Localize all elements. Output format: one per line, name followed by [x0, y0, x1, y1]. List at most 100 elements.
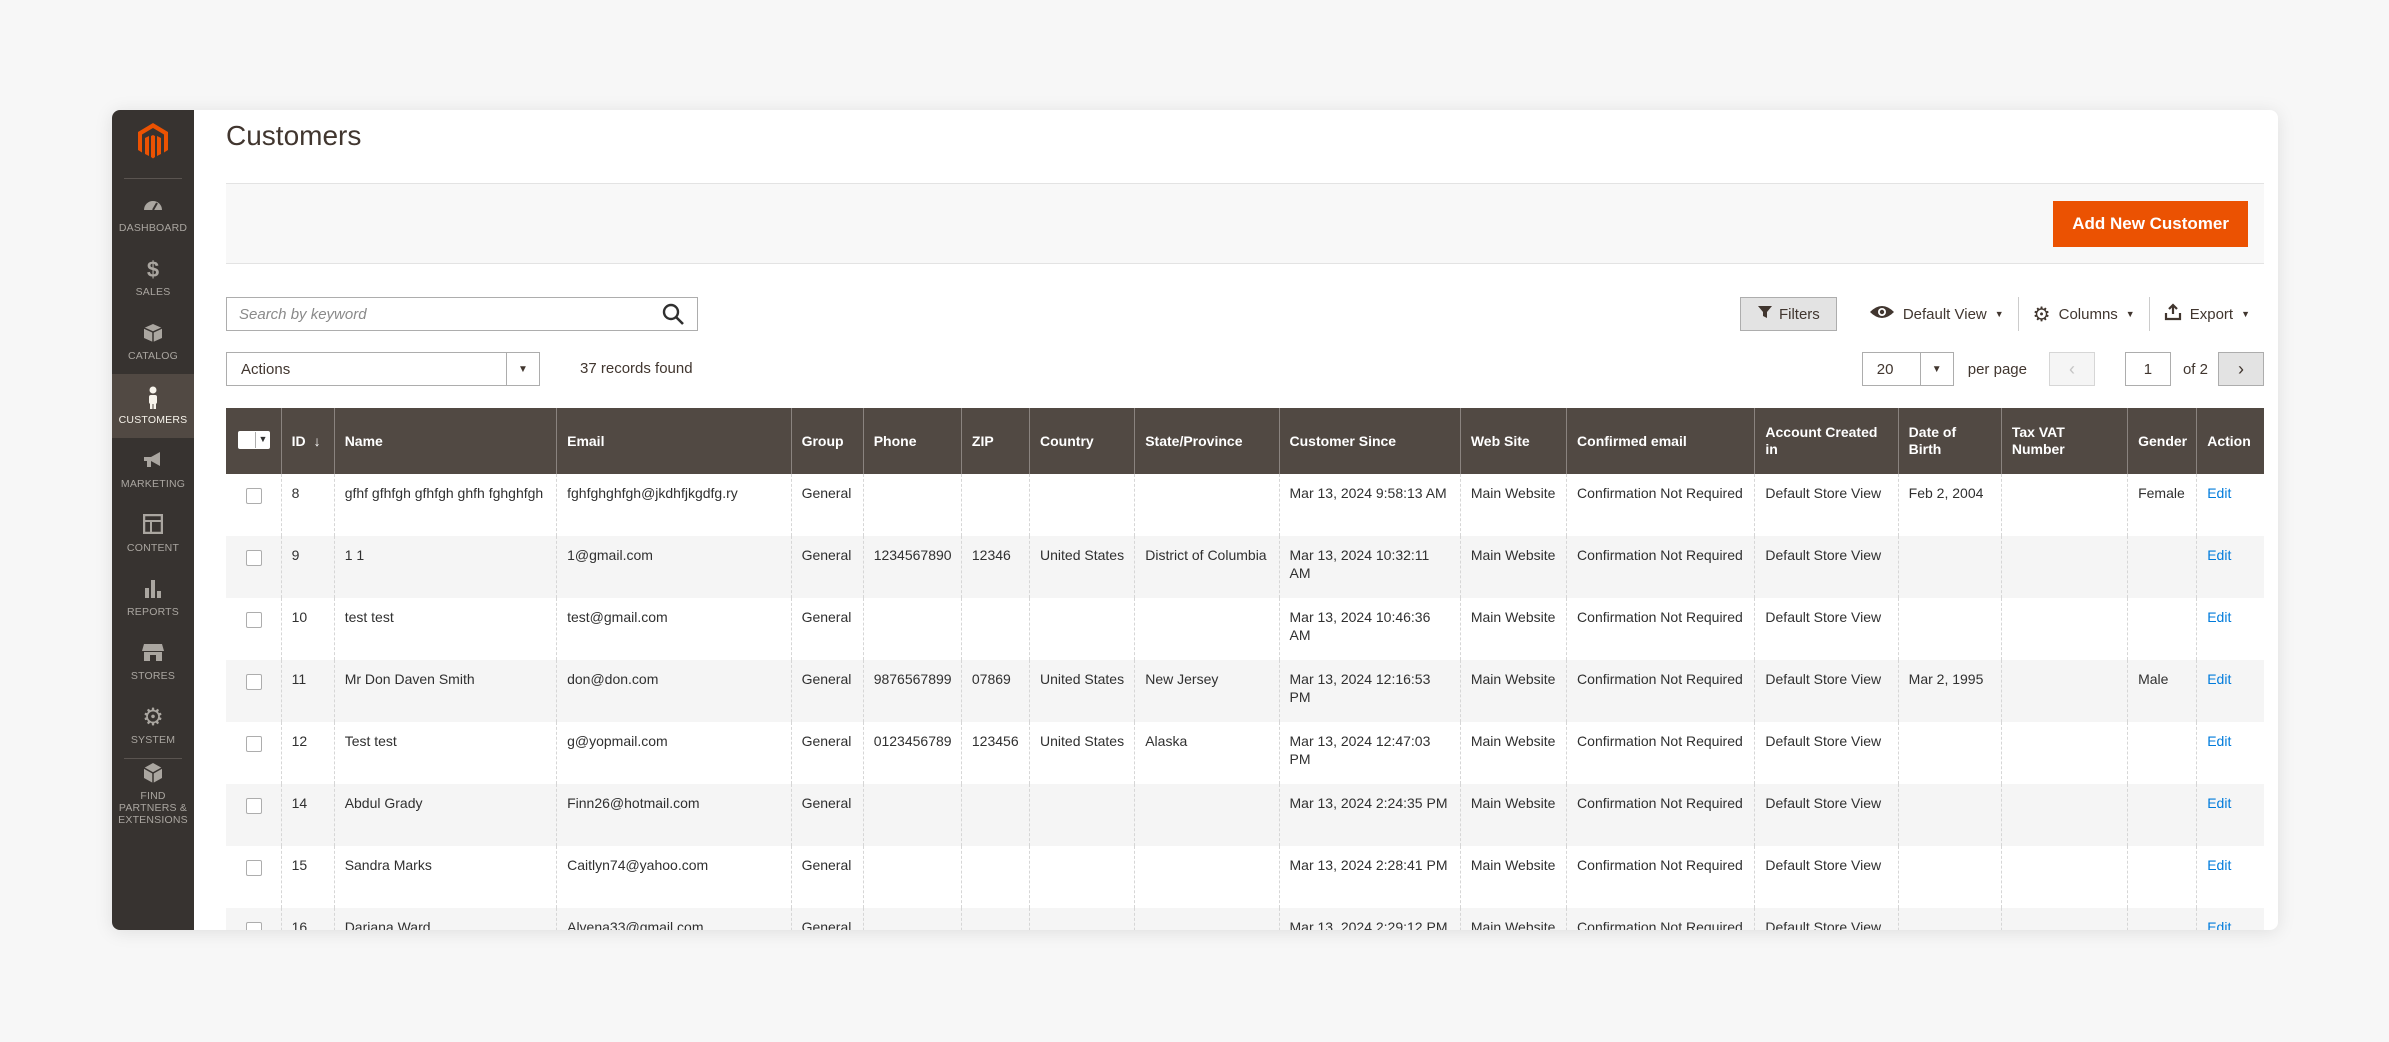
export-button[interactable]: Export ▼: [2150, 297, 2264, 331]
search-input[interactable]: [227, 298, 647, 330]
row-checkbox[interactable]: [246, 550, 262, 566]
cell-action: Edit: [2196, 660, 2264, 722]
cell-gender: Male: [2127, 660, 2197, 722]
sidebar-item-stores[interactable]: STORES: [112, 630, 194, 694]
sidebar-item-catalog[interactable]: CATALOG: [112, 310, 194, 374]
edit-link[interactable]: Edit: [2207, 547, 2231, 563]
add-new-customer-button[interactable]: Add New Customer: [2053, 201, 2248, 247]
next-page-button[interactable]: ›: [2218, 352, 2264, 386]
table-row[interactable]: 14 Abdul Grady Finn26@hotmail.com General Ma…: [226, 784, 2264, 846]
table-row[interactable]: 15 Sandra Marks Caitlyn74@yahoo.com General…: [226, 846, 2264, 908]
column-header-zip[interactable]: ZIP: [960, 408, 1030, 474]
cell-dob: [1897, 722, 2002, 784]
column-header-tax-vat[interactable]: Tax VAT Number: [2000, 408, 2128, 474]
edit-link[interactable]: Edit: [2207, 795, 2231, 811]
cell-confirmed: Confirmation Not Required: [1566, 908, 1755, 930]
cell-dob: Mar 2, 1995: [1897, 660, 2002, 722]
cell-id: 15: [280, 846, 335, 908]
cell-state: New Jersey: [1134, 660, 1279, 722]
table-row[interactable]: 8 gfhf gfhfgh gfhfgh ghfh fghghfgh fghfghg…: [226, 474, 2264, 536]
edit-link[interactable]: Edit: [2207, 485, 2231, 501]
dollar-icon: $: [146, 257, 160, 282]
cell-state: [1134, 908, 1279, 930]
column-header-group[interactable]: Group: [790, 408, 864, 474]
cell-country: United States: [1029, 536, 1135, 598]
sidebar-item-reports[interactable]: REPORTS: [112, 566, 194, 630]
cell-gender: [2127, 722, 2197, 784]
column-header-website[interactable]: Web Site: [1459, 408, 1567, 474]
search-icon[interactable]: [661, 302, 687, 328]
column-header-name[interactable]: Name: [333, 408, 557, 474]
edit-link[interactable]: Edit: [2207, 733, 2231, 749]
cell-email: test@gmail.com: [556, 598, 792, 660]
column-header-state[interactable]: State/Province: [1134, 408, 1279, 474]
cell-country: [1029, 598, 1135, 660]
cell-action: Edit: [2196, 908, 2264, 930]
eye-icon: [1869, 304, 1895, 324]
per-page-label: per page: [1967, 360, 2027, 378]
table-row[interactable]: 10 test test test@gmail.com General Mar 13, …: [226, 598, 2264, 660]
edit-link[interactable]: Edit: [2207, 671, 2231, 687]
magento-logo-icon[interactable]: [130, 118, 176, 164]
edit-link[interactable]: Edit: [2207, 857, 2231, 873]
current-page-input[interactable]: [2124, 352, 2171, 386]
previous-page-button[interactable]: ‹: [2048, 352, 2095, 386]
column-header-email[interactable]: Email: [556, 408, 792, 474]
cell-zip: [960, 784, 1030, 846]
table-row[interactable]: 11 Mr Don Daven Smith don@don.com General 98…: [226, 660, 2264, 722]
select-all-checkbox[interactable]: ▼: [238, 430, 270, 449]
pager: 20 ▼ per page ‹ of 2 ›: [1861, 352, 2264, 386]
cell-created-in: Default Store View: [1754, 660, 1899, 722]
row-checkbox[interactable]: [246, 612, 262, 628]
cell-gender: Female: [2127, 474, 2197, 536]
cell-state: [1134, 846, 1279, 908]
cell-zip: [960, 846, 1030, 908]
sidebar-item-marketing[interactable]: MARKETING: [112, 438, 194, 502]
cell-zip: 12346: [960, 536, 1030, 598]
table-row[interactable]: 16 Dariana Ward Alvena33@gmail.com General M…: [226, 908, 2264, 930]
edit-link[interactable]: Edit: [2207, 919, 2231, 930]
row-checkbox[interactable]: [246, 922, 262, 930]
cell-tax: [2000, 598, 2128, 660]
table-row[interactable]: 12 Test test g@yopmail.com General 012345678…: [226, 722, 2264, 784]
column-header-id[interactable]: ID ↓: [280, 408, 335, 474]
cell-gender: [2127, 908, 2197, 930]
sidebar-item-sales[interactable]: $ SALES: [112, 246, 194, 310]
mass-actions-label: Actions: [241, 360, 291, 378]
sidebar-item-system[interactable]: ⚙ SYSTEM: [112, 694, 194, 758]
cell-state: [1134, 784, 1279, 846]
column-header-date-of-birth[interactable]: Date of Birth: [1897, 408, 2002, 474]
cell-group: General: [790, 846, 864, 908]
customers-grid: ▼ ID ↓ Name Email Group Phone ZIP Country…: [226, 408, 2264, 930]
column-header-confirmed-email[interactable]: Confirmed email: [1566, 408, 1755, 474]
column-header-account-created-in[interactable]: Account Created in: [1754, 408, 1899, 474]
sidebar-nav: DASHBOARD $ SALES CATALOG CUSTOMERS MARK…: [112, 182, 194, 829]
column-header-phone[interactable]: Phone: [862, 408, 962, 474]
row-checkbox[interactable]: [246, 736, 262, 752]
columns-button[interactable]: ⚙ Columns ▼: [2019, 297, 2149, 331]
row-checkbox[interactable]: [246, 674, 262, 690]
edit-link[interactable]: Edit: [2207, 609, 2231, 625]
cell-gender: [2127, 784, 2197, 846]
sidebar-item-partners[interactable]: FIND PARTNERS & EXTENSIONS: [112, 759, 194, 829]
row-checkbox[interactable]: [246, 860, 262, 876]
cell-id: 14: [280, 784, 335, 846]
mass-actions-select[interactable]: Actions ▼: [226, 352, 540, 386]
cell-email: Finn26@hotmail.com: [556, 784, 792, 846]
table-row[interactable]: 91 1 1@gmail.com General 1234567890 12346 Uni…: [226, 536, 2264, 598]
per-page-select[interactable]: 20 ▼: [1861, 352, 1954, 386]
cell-country: [1029, 846, 1135, 908]
caret-down-icon: ▼: [2125, 309, 2135, 319]
cell-id: 12: [280, 722, 335, 784]
sidebar-item-customers[interactable]: CUSTOMERS: [112, 374, 194, 438]
default-view-button[interactable]: Default View ▼: [1855, 297, 2018, 331]
row-checkbox[interactable]: [246, 798, 262, 814]
column-header-gender[interactable]: Gender: [2127, 408, 2197, 474]
caret-down-icon: ▼: [506, 353, 539, 385]
column-header-country[interactable]: Country: [1029, 408, 1135, 474]
filters-button[interactable]: Filters: [1739, 297, 1837, 331]
row-checkbox[interactable]: [246, 488, 262, 504]
sidebar-item-content[interactable]: CONTENT: [112, 502, 194, 566]
column-header-customer-since[interactable]: Customer Since: [1278, 408, 1461, 474]
sidebar-item-dashboard[interactable]: DASHBOARD: [112, 182, 194, 246]
